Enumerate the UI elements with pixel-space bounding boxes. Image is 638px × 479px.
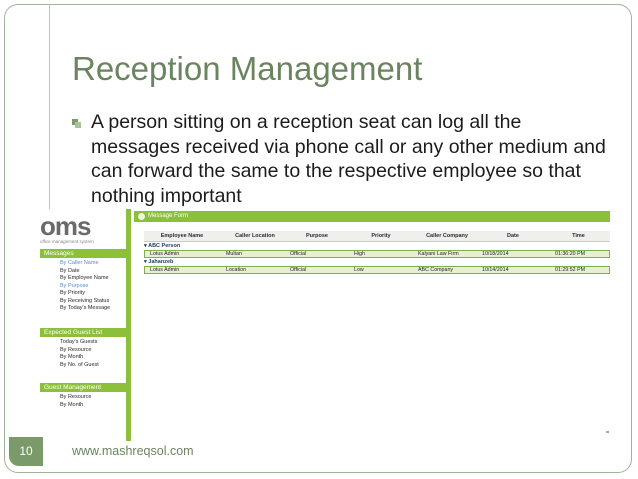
sidebar: oms office management system Messages By… bbox=[38, 209, 131, 441]
group-row[interactable]: ▾ ABC Person bbox=[144, 242, 180, 250]
cell-time: 01:29:52 PM bbox=[555, 267, 586, 273]
resize-mark bbox=[606, 431, 609, 433]
sidebar-item-by-todays-message[interactable]: By Today's Message bbox=[60, 305, 110, 312]
sidebar-item-by-receiving-status[interactable]: By Receiving Status bbox=[60, 298, 109, 305]
logo-tagline: office management system bbox=[40, 239, 94, 244]
bullet-icon bbox=[72, 119, 81, 128]
app-logo: oms office management system bbox=[40, 213, 126, 247]
sidebar-divider bbox=[126, 209, 131, 441]
sidebar-item-by-employee-name[interactable]: By Employee Name bbox=[60, 275, 109, 282]
section-messages[interactable]: Messages bbox=[40, 249, 128, 258]
cell-time: 01:36:20 PM bbox=[555, 251, 586, 257]
cell-date: 10/18/2014 bbox=[482, 251, 509, 257]
group-name: ABC Person bbox=[148, 243, 181, 249]
cell-caller-company: ABC Company bbox=[418, 267, 454, 273]
app-screenshot: oms office management system Messages By… bbox=[38, 209, 612, 441]
column-purpose[interactable]: Purpose bbox=[287, 231, 347, 241]
column-time[interactable]: Time bbox=[547, 231, 610, 241]
group-row[interactable]: ▾ Jahanzeb bbox=[144, 258, 173, 266]
sidebar-item-by-purpose[interactable]: By Purpose bbox=[60, 283, 88, 290]
sidebar-item-by-priority[interactable]: By Priority bbox=[60, 290, 85, 297]
grid-header: Employee Name Caller Location Purpose Pr… bbox=[144, 231, 610, 242]
sidebar-item-by-date[interactable]: By Date bbox=[60, 268, 80, 275]
column-employee-name[interactable]: Employee Name bbox=[144, 231, 220, 241]
cell-employee-name: Lotus Admin bbox=[150, 251, 180, 257]
sidebar-item-by-resource[interactable]: By Resource bbox=[60, 347, 92, 354]
form-title-bar: Message Form bbox=[134, 211, 610, 222]
slide-number: 10 bbox=[9, 437, 43, 466]
sidebar-item-guest-by-month[interactable]: By Month bbox=[60, 402, 83, 409]
form-icon bbox=[138, 213, 145, 220]
sidebar-item-by-caller-name[interactable]: By Caller Name bbox=[60, 260, 99, 267]
sidebar-item-by-no-of-guest[interactable]: By No. of Guest bbox=[60, 362, 99, 369]
cell-caller-company: Kalyani Law Firm bbox=[418, 251, 459, 257]
cell-caller-location: Location bbox=[226, 267, 247, 273]
column-date[interactable]: Date bbox=[479, 231, 547, 241]
cell-caller-location: Multan bbox=[226, 251, 242, 257]
table-row[interactable]: Lotus Admin Multan Official High Kalyani… bbox=[144, 250, 610, 258]
cell-purpose: Official bbox=[290, 251, 307, 257]
cell-employee-name: Lotus Admin bbox=[150, 267, 180, 273]
group-name: Jahanzeb bbox=[148, 259, 174, 265]
message-form-panel: Message Form Employee Name Caller Locati… bbox=[134, 211, 610, 441]
form-title: Message Form bbox=[148, 213, 189, 219]
cell-date: 10/14/2014 bbox=[482, 267, 509, 273]
sidebar-item-guest-by-resource[interactable]: By Resource bbox=[60, 394, 92, 401]
cell-purpose: Official bbox=[290, 267, 307, 273]
column-caller-location[interactable]: Caller Location bbox=[223, 231, 287, 241]
column-priority[interactable]: Priority bbox=[347, 231, 415, 241]
logo-text: oms bbox=[40, 211, 91, 241]
cell-priority: Low bbox=[354, 267, 364, 273]
table-row[interactable]: Lotus Admin Location Official Low ABC Co… bbox=[144, 266, 610, 274]
column-caller-company[interactable]: Caller Company bbox=[415, 231, 479, 241]
sidebar-item-by-month[interactable]: By Month bbox=[60, 354, 83, 361]
slide-title: Reception Management bbox=[72, 50, 423, 87]
section-expected-guest-list[interactable]: Expected Guest List bbox=[40, 328, 128, 337]
bullet-text: A person sitting on a reception seat can… bbox=[91, 111, 606, 207]
section-guest-management[interactable]: Guest Management bbox=[40, 383, 128, 392]
footer-url[interactable]: www.mashreqsol.com bbox=[72, 444, 194, 458]
sidebar-item-todays-guests[interactable]: Today's Guests bbox=[60, 339, 97, 346]
cell-priority: High bbox=[354, 251, 365, 257]
